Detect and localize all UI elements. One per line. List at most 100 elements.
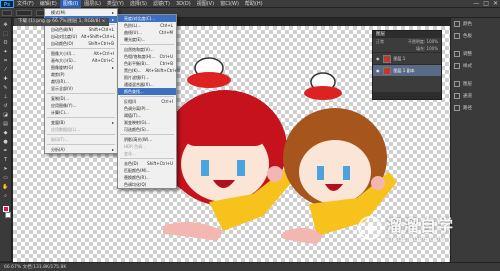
dock-item-layers[interactable]: 图层 (451, 78, 500, 90)
lasso-tool-icon[interactable]: ʘ (2, 40, 10, 46)
fill-field[interactable]: 填充: 100% (416, 45, 438, 52)
dock-item-paths[interactable]: 路径 (451, 102, 500, 114)
image-menu-item[interactable]: 裁剪(P) (45, 71, 117, 78)
layer-name: 图层 1 (393, 55, 406, 61)
visibility-eye-icon[interactable]: ◉ (376, 68, 380, 73)
image-menu-item[interactable]: 自动颜色(O) Shift+Ctrl+B (45, 40, 117, 47)
hand-tool-icon[interactable]: ✋ (2, 184, 10, 190)
healing-brush-tool-icon[interactable]: ✚ (2, 76, 10, 82)
image-menu-item[interactable]: 图像旋转(G) ▸ (45, 64, 117, 71)
menu-8[interactable]: 视图(V) (194, 0, 217, 8)
adjust-menu-item[interactable]: 替换颜色(R)... (118, 174, 176, 181)
restore-icon[interactable]: □ (483, 0, 489, 8)
image-menu-item[interactable]: 计算(C)... (45, 109, 117, 116)
adjust-menu-item[interactable]: 色彩平衡(B)... Ctrl+B (118, 60, 176, 67)
adjust-menu-item[interactable]: 阴影/高光(W)... (118, 136, 176, 143)
dock-item-color[interactable]: 颜色 (451, 18, 500, 30)
image-menu-item[interactable]: 应用图像(Y)... (45, 102, 117, 109)
menu-6[interactable]: 滤镜(T) (150, 0, 173, 8)
adjust-menu-item[interactable]: 颜色查找... (118, 88, 176, 95)
close-icon[interactable]: ✕ (493, 0, 498, 8)
adjust-menu-item[interactable]: 照片滤镜(F)... (118, 74, 176, 81)
layer-row[interactable]: ◉ 图层 1 (373, 52, 441, 64)
adjust-menu-item[interactable]: 曲线(U)... Ctrl+M (118, 29, 176, 36)
opacity-field[interactable]: 不透明度: 100% (408, 38, 438, 45)
menu-10[interactable]: 帮助(H) (242, 0, 266, 8)
crop-tool-icon[interactable]: ⌗ (2, 58, 10, 64)
image-menu-item[interactable]: 画布大小(S)... Alt+Ctrl+C (45, 57, 117, 64)
adjust-menu-item[interactable]: 曝光度(E)... (118, 36, 176, 43)
image-menu-item[interactable]: 分析(A) ▸ (45, 146, 117, 153)
menu-7[interactable]: 3D(D) (173, 0, 194, 8)
menu-item-label: 模式(M) (51, 9, 66, 15)
eyedropper-tool-icon[interactable]: ⁄ (2, 67, 10, 73)
image-menu-item[interactable]: 自动对比度(U) Alt+Shift+Ctrl+L (45, 33, 117, 40)
adjust-menu-item[interactable]: 黑白(K)... Alt+Shift+Ctrl+B (118, 67, 180, 74)
adjust-menu-item[interactable]: 自然饱和度(V)... (118, 46, 176, 53)
image-menu-item[interactable]: 裁切(R)... (45, 78, 117, 85)
tool-preset-picker[interactable] (2, 9, 12, 16)
type-tool-icon[interactable]: T (2, 157, 10, 163)
adjust-menu-item[interactable]: 色调均化(Q) (118, 181, 176, 188)
minimize-icon[interactable]: — (473, 0, 479, 8)
blur-tool-icon[interactable]: ◆ (2, 130, 10, 136)
brush-tool-icon[interactable]: ✎ (2, 85, 10, 91)
adjust-menu-item: 变化... (118, 150, 176, 157)
menu-4[interactable]: 类型(Y) (104, 0, 127, 8)
move-tool-icon[interactable]: ✥ (2, 22, 10, 28)
menu-0[interactable]: 文件(F) (14, 0, 37, 8)
adjust-menu-item: HDR 色调... (118, 143, 176, 150)
dock-item-styles[interactable]: 样式 (451, 60, 500, 72)
menu-3[interactable]: 图层(L) (81, 0, 104, 8)
image-menu-item[interactable]: 显示全部(V) (45, 85, 117, 92)
menu-item-label: 画布大小(S)... (51, 57, 77, 63)
layer-name: 图层 1 副本 (393, 67, 415, 73)
path-selection-tool-icon[interactable]: ➤ (2, 166, 10, 172)
menu-5[interactable]: 选择(S) (127, 0, 150, 8)
menu-9[interactable]: 窗口(W) (217, 0, 242, 8)
adjust-menu-item[interactable]: 色调分离(P)... (118, 105, 176, 112)
menu-1[interactable]: 编辑(E) (37, 0, 60, 8)
menu-2[interactable]: 图像(I) (59, 0, 82, 8)
visibility-eye-icon[interactable]: ◉ (376, 56, 380, 61)
adjustments-icon (454, 51, 460, 57)
magic-wand-tool-icon[interactable]: ✦ (2, 49, 10, 55)
adjust-menu-item[interactable]: 通道混合器(X)... (118, 81, 176, 88)
dock-item-label: 调整 (463, 52, 472, 57)
adjust-menu-item[interactable]: 反相(I) Ctrl+I (118, 98, 176, 105)
menu-separator (47, 93, 115, 94)
eraser-tool-icon[interactable]: ◪ (2, 112, 10, 118)
history-brush-tool-icon[interactable]: ↺ (2, 103, 10, 109)
adjust-menu-item[interactable]: 去色(D) Shift+Ctrl+U (118, 160, 176, 167)
shape-tool-icon[interactable]: ▭ (2, 175, 10, 181)
adjust-menu-item[interactable]: 匹配颜色(M)... (118, 167, 176, 174)
image-menu-item[interactable]: 复制(D)... (45, 95, 117, 102)
document-tab[interactable]: 下载 (1).png @ 66.7%(图层 1, RGB/8) × (14, 18, 110, 26)
dodge-tool-icon[interactable]: ● (2, 139, 10, 145)
adjust-menu-item[interactable]: 色阶(L)... Ctrl+L (118, 22, 176, 29)
image-menu-item[interactable]: 自动色调(N) Shift+Ctrl+L (45, 26, 117, 33)
gradient-tool-icon[interactable]: ▤ (2, 121, 10, 127)
dock-item-swatches[interactable]: 色板 (451, 30, 500, 42)
layer-row[interactable]: ◉ 图层 1 副本 (373, 64, 441, 76)
menu-item-label: 色调分离(P)... (124, 105, 150, 111)
clone-stamp-tool-icon[interactable]: ⊥ (2, 94, 10, 100)
adjust-menu-item[interactable]: 渐变映射(G)... (118, 119, 176, 126)
adjust-menu-item[interactable]: 亮度/对比度(C)... (118, 15, 176, 22)
menu-item-label: 去色(D) (124, 160, 139, 166)
blend-mode-select[interactable]: 正常 (376, 38, 384, 45)
dock-item-adjustments[interactable]: 调整 (451, 48, 500, 60)
image-menu-item[interactable]: 模式(M) ▸ (45, 9, 117, 16)
adjust-menu-item[interactable]: 阈值(T)... (118, 112, 176, 119)
menu-separator (47, 144, 115, 145)
image-menu-item[interactable]: 变量(B) ▸ (45, 119, 117, 126)
brush-size-picker[interactable] (16, 9, 32, 16)
marquee-tool-icon[interactable]: ⬚ (2, 31, 10, 37)
image-menu-item[interactable]: 图像大小(I)... Alt+Ctrl+I (45, 50, 117, 57)
adjust-menu-item[interactable]: 可选颜色(S)... (118, 126, 176, 133)
adjust-menu-item[interactable]: 色相/饱和度(H)... Ctrl+U (118, 53, 176, 60)
dock-item-channels[interactable]: 通道 (451, 90, 500, 102)
zoom-tool-icon[interactable]: ⌕ (2, 193, 10, 199)
pen-tool-icon[interactable]: ✒ (2, 148, 10, 154)
background-color-swatch[interactable] (4, 212, 11, 218)
